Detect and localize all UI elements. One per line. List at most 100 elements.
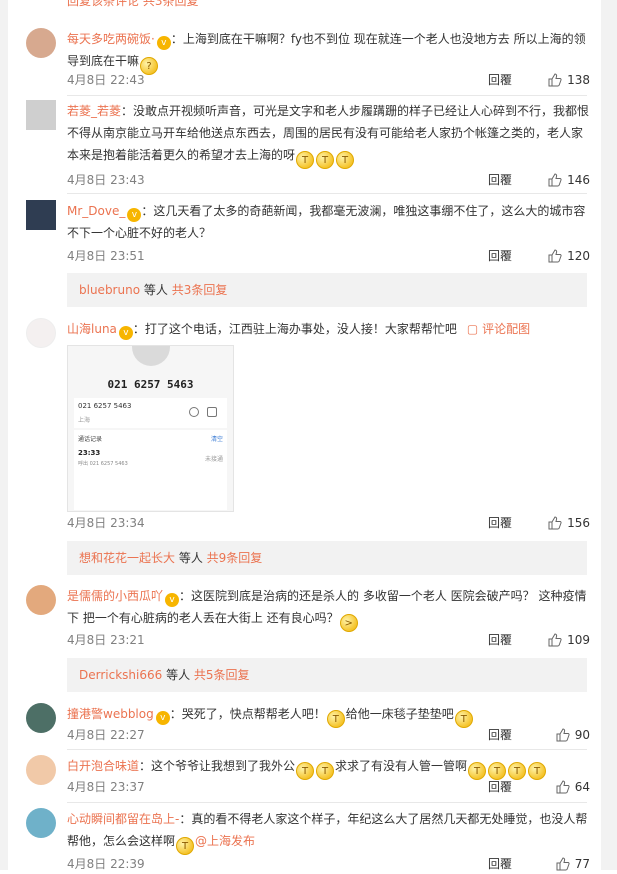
reply-button[interactable]: 回覆 <box>488 630 512 650</box>
vip-badge-icon: v <box>127 208 142 222</box>
comment-item: 是儒儒的小西瓜吖 v ：这医院到底是治病的还是杀人的 多收留一个老人 医院会破产吗？… <box>26 585 590 653</box>
sub-replies-bar[interactable]: 想和花花一起长大 等人 共9条回复 <box>67 541 587 575</box>
divider <box>67 193 587 194</box>
comment-meta: 4月8日 22:27 回覆 90 <box>67 725 590 745</box>
comment-time: 4月8日 23:34 <box>67 516 145 530</box>
sub-reply-mid: 等人 <box>140 283 172 297</box>
avatar[interactable] <box>26 28 56 58</box>
like-button[interactable]: 109 <box>548 630 590 650</box>
page-gutter-left <box>0 0 8 870</box>
like-count: 138 <box>567 73 590 87</box>
comment-meta: 4月8日 23:51 回覆 120 <box>67 246 590 266</box>
comment-text-2: 给他一床毯子垫垫吧 <box>345 707 454 721</box>
clipped-reply-text: 回复该条评论 <box>67 0 140 8</box>
like-count: 120 <box>567 249 590 263</box>
sub-reply-user[interactable]: 想和花花一起长大 <box>79 551 175 565</box>
vip-badge-icon: v <box>155 711 170 725</box>
comment-body: 每天多吃两碗饭· v ：上海到底在干嘛啊？fy也不到位 现在就连一个老人也没地方去 … <box>67 28 590 75</box>
comment-text: ：这个爷爷让我想到了我外公 <box>139 759 296 773</box>
phone-location: 上海 <box>78 417 91 424</box>
reply-button[interactable]: 回覆 <box>488 513 512 533</box>
comment-text: ：打了这个电话，江西驻上海办事处，没人接！大家帮帮忙吧 <box>132 322 457 336</box>
thumbs-up-icon <box>548 73 562 87</box>
comment-item: 白开泡合味道：这个爷爷让我想到了我外公 T T 求求了有没有人管一管啊 T T T T 4月8… <box>26 755 590 799</box>
crying-emoji-icon: T <box>296 151 315 169</box>
like-count: 77 <box>574 857 590 871</box>
thumbs-up-icon <box>548 633 562 647</box>
reply-button[interactable]: 回覆 <box>488 170 512 190</box>
like-button[interactable]: 64 <box>556 777 590 797</box>
crying-emoji-icon: T <box>316 151 335 169</box>
comment-username[interactable]: 山海luna <box>67 322 117 336</box>
comment-meta: 4月8日 23:21 回覆 109 <box>67 630 590 650</box>
crying-emoji-icon: T <box>336 151 355 169</box>
like-count: 64 <box>574 780 590 794</box>
like-count: 146 <box>567 173 590 187</box>
sub-reply-mid: 等人 <box>162 668 194 682</box>
avatar[interactable] <box>26 585 56 615</box>
avatar[interactable] <box>26 100 56 130</box>
comment-time: 4月8日 22:39 <box>67 857 145 871</box>
comment-username[interactable]: Mr_Dove_ <box>67 204 125 218</box>
thumbs-up-icon <box>548 249 562 263</box>
thumbs-up-icon <box>556 857 570 871</box>
reply-button[interactable]: 回覆 <box>488 725 512 745</box>
comment-username[interactable]: 撞港警webblog <box>67 707 154 721</box>
comment-username[interactable]: 心动瞬间都留在岛上- <box>67 812 179 826</box>
sub-reply-more[interactable]: 共3条回复 <box>172 283 228 297</box>
call-log-card: 通话记录 清空 23:33 呼出 021 6257 5463 未接通 <box>74 430 227 510</box>
avatar[interactable] <box>26 703 56 733</box>
comment-text: ：哭死了，快点帮帮老人吧！ <box>169 707 326 721</box>
avatar[interactable] <box>26 200 56 230</box>
reply-button[interactable]: 回覆 <box>488 777 512 797</box>
avatar[interactable] <box>26 318 56 348</box>
vip-badge-icon: v <box>118 326 133 340</box>
comment-username[interactable]: 白开泡合味道 <box>67 759 139 773</box>
mention-link[interactable]: @上海发布 <box>195 834 255 848</box>
comment-meta: 4月8日 23:37 回覆 64 <box>67 777 590 797</box>
comment-meta: 4月8日 23:34 回覆 156 <box>67 513 590 533</box>
comment-body: Mr_Dove_ v ：这几天看了太多的奇葩新闻，我都毫无波澜，唯独这事绷不住了，这… <box>67 200 590 244</box>
comment-picture-link[interactable]: ▢ 评论配图 <box>467 322 530 336</box>
call-log-label: 通话记录 <box>78 436 103 443</box>
like-button[interactable]: 138 <box>548 70 590 90</box>
sub-replies-bar[interactable]: Derrickshi666 等人 共5条回复 <box>67 658 587 692</box>
like-button[interactable]: 90 <box>556 725 590 745</box>
like-count: 156 <box>567 516 590 530</box>
reply-button[interactable]: 回覆 <box>488 854 512 874</box>
sub-replies-bar[interactable]: bluebruno 等人 共3条回复 <box>67 273 587 307</box>
avatar[interactable] <box>26 755 56 785</box>
comment-meta: 4月8日 22:43 回覆 138 <box>67 70 590 90</box>
call-status: 未接通 <box>204 456 223 463</box>
comment-username[interactable]: 若菱_若菱 <box>67 104 121 118</box>
like-button[interactable]: 156 <box>548 513 590 533</box>
like-button[interactable]: 146 <box>548 170 590 190</box>
like-button[interactable]: 120 <box>548 246 590 266</box>
comment-body: 是儒儒的小西瓜吖 v ：这医院到底是治病的还是杀人的 多收留一个老人 医院会破产吗？… <box>67 585 590 632</box>
sub-reply-more[interactable]: 共9条回复 <box>207 551 263 565</box>
comment-item: Mr_Dove_ v ：这几天看了太多的奇葩新闻，我都毫无波澜，唯独这事绷不住了，这… <box>26 200 590 266</box>
thumbs-up-icon <box>556 728 570 742</box>
like-button[interactable]: 77 <box>556 854 590 874</box>
vip-badge-icon: v <box>156 36 171 50</box>
phone-number-small: 021 6257 5463 <box>78 402 132 410</box>
sub-reply-more[interactable]: 共5条回复 <box>194 668 250 682</box>
avatar[interactable] <box>26 808 56 838</box>
clipped-reply-more[interactable]: 共3条回复 <box>143 0 199 8</box>
reply-button[interactable]: 回覆 <box>488 70 512 90</box>
sub-reply-mid: 等人 <box>175 551 207 565</box>
like-count: 90 <box>574 728 590 742</box>
contact-avatar <box>132 346 170 366</box>
sub-reply-user[interactable]: Derrickshi666 <box>79 668 162 682</box>
comment-image[interactable]: 021 6257 5463 021 6257 5463 上海 通话记录 清空 2… <box>67 345 234 512</box>
clear-label: 清空 <box>210 436 223 443</box>
reply-button[interactable]: 回覆 <box>488 246 512 266</box>
comment-username[interactable]: 每天多吃两碗饭· <box>67 32 155 46</box>
sub-reply-user[interactable]: bluebruno <box>79 283 140 297</box>
comment-time: 4月8日 23:43 <box>67 173 145 187</box>
call-time: 23:33 <box>78 449 101 457</box>
comment-username[interactable]: 是儒儒的小西瓜吖 <box>67 589 163 603</box>
comment-item: 每天多吃两碗饭· v ：上海到底在干嘛啊？fy也不到位 现在就连一个老人也没地方去 … <box>26 28 590 94</box>
phone-number-large: 021 6257 5463 <box>107 378 194 391</box>
crying-emoji-icon: T <box>176 837 195 855</box>
